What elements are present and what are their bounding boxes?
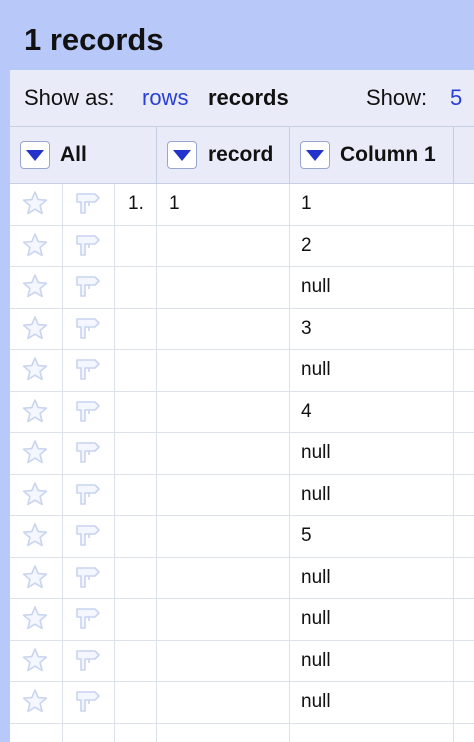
- all-column-menu-button[interactable]: [20, 141, 50, 169]
- table-row: null: [10, 475, 474, 516]
- flag-icon[interactable]: [73, 604, 103, 637]
- show-count-option[interactable]: 5: [450, 85, 462, 111]
- table-row: 5: [10, 516, 474, 558]
- table-row: 3: [10, 309, 474, 350]
- star-icon[interactable]: [22, 439, 48, 470]
- star-icon[interactable]: [22, 605, 48, 636]
- flag-icon[interactable]: [73, 563, 103, 596]
- column-header-row: All record Column 1: [10, 127, 474, 184]
- table-row: null: [10, 682, 474, 724]
- chevron-down-icon: [173, 150, 191, 161]
- record-column-menu-button[interactable]: [167, 141, 197, 169]
- column-1-cell: null: [301, 442, 331, 463]
- flag-icon[interactable]: [73, 314, 103, 347]
- title-bar: 1 records: [10, 6, 474, 70]
- flag-icon[interactable]: [73, 480, 103, 513]
- column-1-cell: null: [301, 608, 331, 629]
- star-icon[interactable]: [22, 522, 48, 553]
- flag-icon[interactable]: [73, 397, 103, 430]
- table-row: 4: [10, 392, 474, 433]
- table-row: null: [10, 433, 474, 475]
- table-row: 2: [10, 226, 474, 267]
- star-icon[interactable]: [22, 481, 48, 512]
- flag-icon[interactable]: [73, 231, 103, 264]
- column-1-cell: 1: [301, 193, 312, 214]
- view-toolbar: Show as: rows records Show: 5: [10, 70, 474, 127]
- star-icon[interactable]: [22, 273, 48, 304]
- column-1-cell: 4: [301, 400, 312, 422]
- column-1-cell: 2: [301, 234, 312, 256]
- column-header-label: record: [208, 143, 274, 166]
- show-as-label: Show as:: [24, 85, 115, 110]
- flag-icon[interactable]: [73, 272, 103, 305]
- table-row: null: [10, 599, 474, 641]
- star-icon[interactable]: [22, 564, 48, 595]
- column-header-record: record: [157, 127, 289, 183]
- column-1-cell: null: [301, 276, 331, 297]
- column-1-cell: null: [301, 649, 331, 671]
- records-view-label: records: [208, 85, 289, 110]
- column-header-all: All: [10, 127, 156, 183]
- column-header-label: All: [60, 143, 87, 166]
- flag-icon[interactable]: [73, 521, 103, 554]
- show-label: Show:: [366, 85, 428, 110]
- record-cell: 1: [169, 193, 180, 214]
- star-icon[interactable]: [22, 647, 48, 678]
- column-1-cell: null: [301, 691, 331, 712]
- star-icon[interactable]: [22, 190, 48, 221]
- flag-icon[interactable]: [73, 438, 103, 471]
- row-index: 1.: [128, 193, 144, 214]
- chevron-down-icon: [306, 150, 324, 161]
- page-title: 1 records: [24, 22, 164, 57]
- table-row: null: [10, 350, 474, 392]
- column-1-cell: 3: [301, 317, 312, 339]
- star-icon[interactable]: [22, 315, 48, 346]
- table-row: null: [10, 558, 474, 599]
- star-icon[interactable]: [22, 688, 48, 719]
- column-1-cell: null: [301, 483, 331, 505]
- chevron-down-icon: [26, 150, 44, 161]
- flag-icon[interactable]: [73, 189, 103, 222]
- flag-icon[interactable]: [73, 646, 103, 679]
- star-icon[interactable]: [22, 398, 48, 429]
- table-row: null: [10, 267, 474, 309]
- column-1-cell: 5: [301, 525, 312, 546]
- column-1-cell: null: [301, 359, 331, 380]
- column-divider: [453, 127, 454, 183]
- table-row: null: [10, 641, 474, 682]
- flag-icon[interactable]: [73, 687, 103, 720]
- column-1-menu-button[interactable]: [300, 141, 330, 169]
- data-table: 1. 1 1 2 null 3 null 4 null null 5 null null null null: [10, 184, 474, 742]
- star-icon[interactable]: [22, 356, 48, 387]
- column-1-cell: null: [301, 566, 331, 588]
- column-header-label: Column 1: [340, 143, 436, 166]
- table-row: 1. 1 1: [10, 184, 474, 226]
- flag-icon[interactable]: [73, 355, 103, 388]
- rows-view-link[interactable]: rows: [142, 85, 188, 111]
- star-icon[interactable]: [22, 232, 48, 263]
- column-header-column-1: Column 1: [290, 127, 454, 183]
